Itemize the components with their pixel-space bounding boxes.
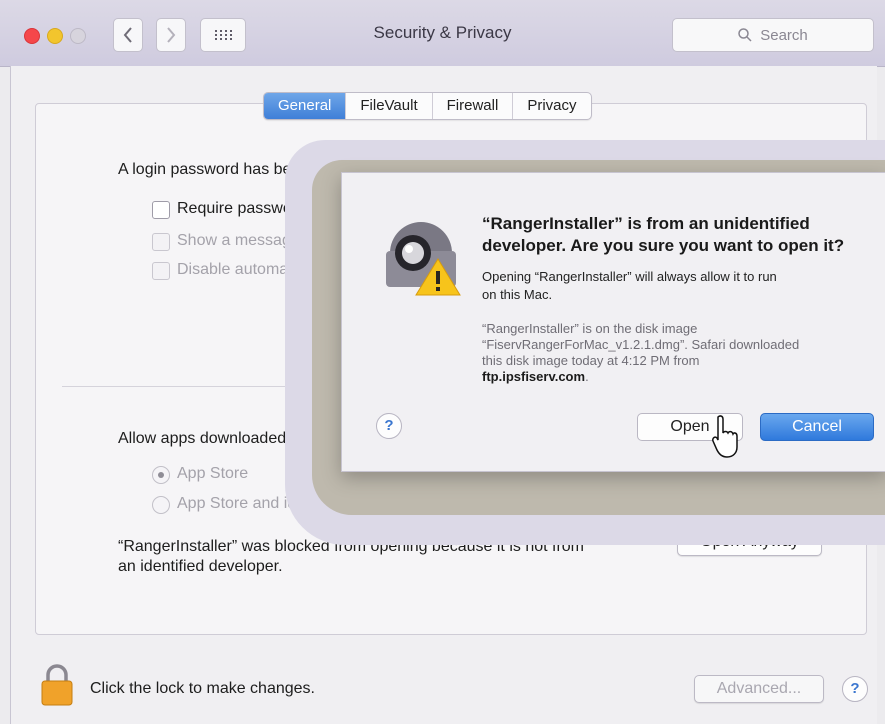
help-button[interactable]: ? xyxy=(842,676,868,702)
gatekeeper-warning-icon xyxy=(386,222,461,296)
show-message-checkbox[interactable] xyxy=(152,233,170,251)
mouse-cursor-icon xyxy=(712,415,738,458)
tab-general[interactable]: General xyxy=(264,93,347,119)
lock-icon xyxy=(41,664,73,706)
search-icon xyxy=(738,28,752,42)
advanced-button[interactable]: Advanced... xyxy=(694,675,824,703)
tab-firewall[interactable]: Firewall xyxy=(433,93,514,119)
download-source: ftp.ipsfiserv.com xyxy=(482,369,586,384)
dialog-note-line3: this disk image today at 4:12 PM from xyxy=(482,353,700,368)
search-field[interactable]: Search xyxy=(672,18,874,52)
lock-text: Click the lock to make changes. xyxy=(90,680,315,697)
radio-app-store-label: App Store xyxy=(177,465,249,482)
search-placeholder: Search xyxy=(760,26,808,44)
dialog-note-line1: “RangerInstaller” is on the disk image xyxy=(482,321,698,336)
source-period: . xyxy=(585,369,589,384)
disable-auto-login-checkbox[interactable] xyxy=(152,262,170,280)
dialog-message-line1: Opening “RangerInstaller” will always al… xyxy=(482,269,777,284)
dialog-note-line2: “FiservRangerForMac_v1.2.1.dmg”. Safari … xyxy=(482,337,800,352)
dialog-message-line2: on this Mac. xyxy=(482,287,553,302)
radio-selected-dot xyxy=(158,472,164,478)
blocked-text-line2: an identified developer. xyxy=(118,558,283,575)
radio-app-store-identified[interactable] xyxy=(152,496,170,514)
cancel-button[interactable]: Cancel xyxy=(760,413,874,441)
window-title-bar: Security & Privacy Search xyxy=(0,0,885,67)
require-password-checkbox[interactable] xyxy=(152,201,170,219)
dialog-title: “RangerInstaller” is from an unidentifie… xyxy=(482,213,882,257)
tab-privacy[interactable]: Privacy xyxy=(513,93,590,119)
tab-bar: General FileVault Firewall Privacy xyxy=(263,92,592,120)
gatekeeper-dialog: “RangerInstaller” is from an unidentifie… xyxy=(341,172,885,472)
dialog-help-button[interactable]: ? xyxy=(376,413,402,439)
tab-filevault[interactable]: FileVault xyxy=(346,93,433,119)
lock-button[interactable] xyxy=(40,664,74,711)
dialog-title-line1: “RangerInstaller” is from an unidentifie… xyxy=(482,214,810,233)
dialog-source-note: “RangerInstaller” is on the disk image “… xyxy=(482,321,872,385)
dialog-message: Opening “RangerInstaller” will always al… xyxy=(482,268,862,304)
dialog-title-line2: developer. Are you sure you want to open… xyxy=(482,236,845,255)
radio-app-store[interactable] xyxy=(152,466,170,484)
